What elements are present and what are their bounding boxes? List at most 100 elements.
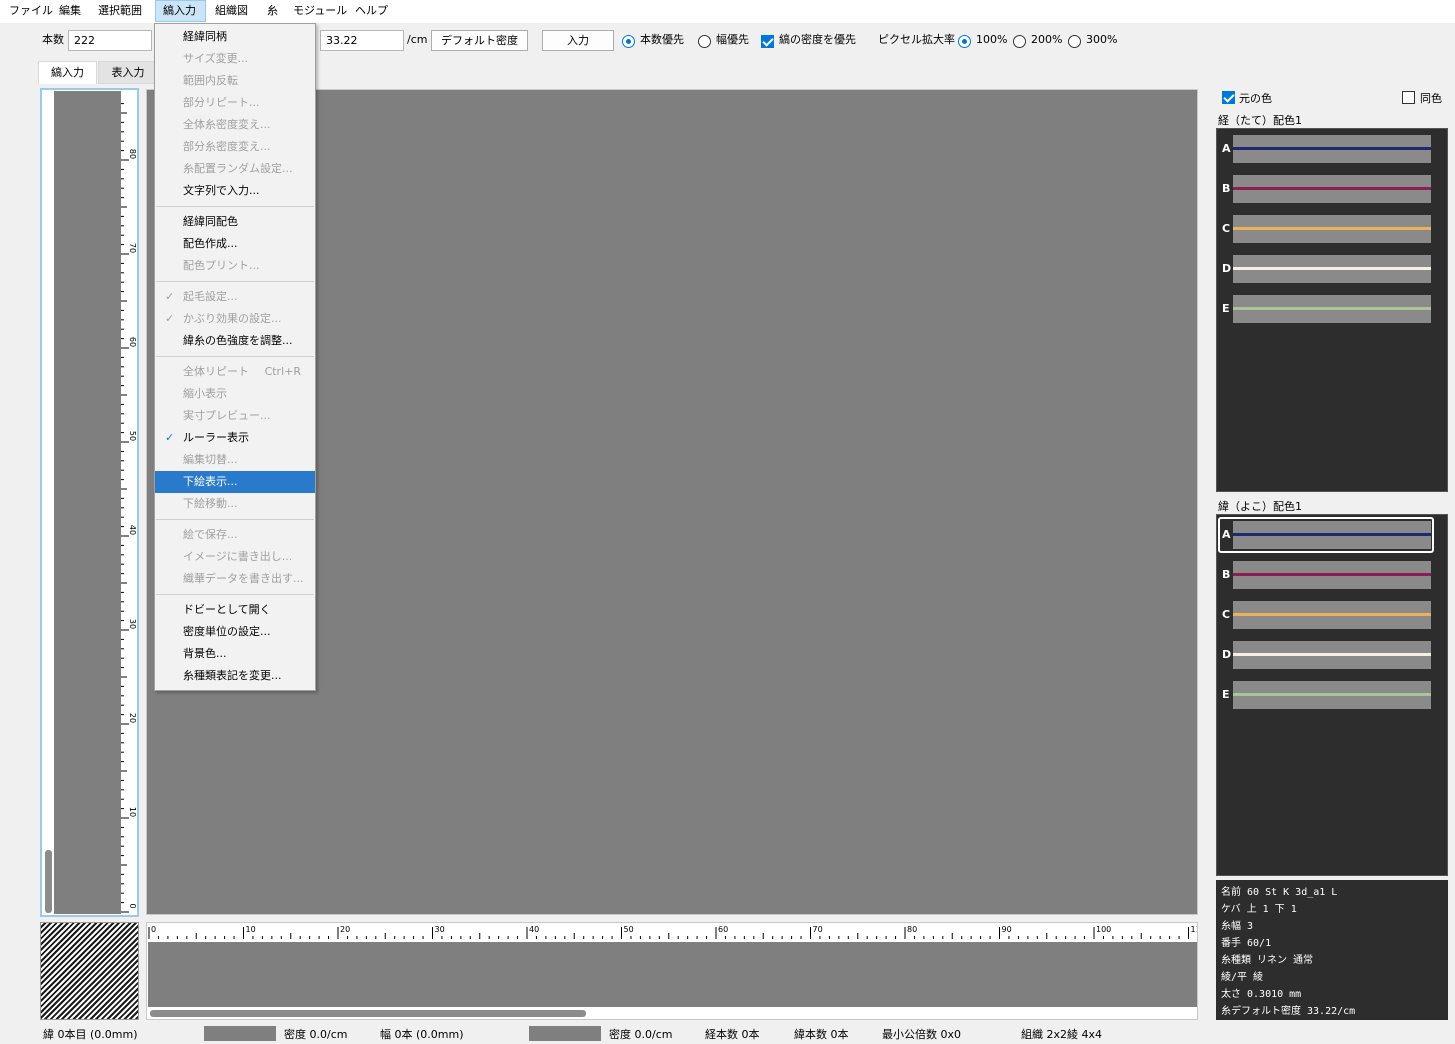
menu-separator bbox=[156, 206, 314, 207]
width-priority-radio[interactable] bbox=[698, 35, 711, 48]
menu-edit[interactable]: 編集 bbox=[52, 0, 88, 22]
status-color-swatch-2 bbox=[529, 1026, 601, 1041]
weft-stripe-area[interactable] bbox=[148, 942, 1197, 1007]
stripe-yarn-line bbox=[1233, 187, 1431, 190]
ruler-label: 11 bbox=[1191, 925, 1198, 934]
info-line: 糸種類 リネン 通常 bbox=[1221, 955, 1314, 966]
ruler-label: 30 bbox=[435, 925, 445, 934]
warp-stripe-area[interactable] bbox=[54, 91, 121, 914]
stripe-label: C bbox=[1222, 608, 1231, 621]
stripe-yarn-line bbox=[1233, 573, 1431, 576]
status-weft-position: 緯 0本目 (0.0mm) bbox=[43, 1028, 138, 1041]
info-line: 糸幅 3 bbox=[1221, 921, 1254, 932]
menu-item-label: 文字列で入力... bbox=[183, 184, 260, 197]
horizontal-scrollbar-thumb[interactable] bbox=[150, 1010, 586, 1017]
stripe-label: E bbox=[1222, 302, 1230, 315]
menu-item-label: 糸配置ランダム設定... bbox=[183, 162, 293, 175]
ruler-label: 30 bbox=[128, 619, 137, 629]
color-stripe[interactable] bbox=[1233, 215, 1431, 243]
ruler-label: 10 bbox=[246, 925, 256, 934]
ruler-label: 70 bbox=[813, 925, 823, 934]
color-stripe[interactable] bbox=[1233, 681, 1431, 709]
ruler-label: 90 bbox=[1002, 925, 1012, 934]
menu-item-label: 緯糸の色強度を調整... bbox=[183, 334, 293, 347]
menu-item[interactable]: ✓ ルーラー表示 bbox=[155, 427, 315, 449]
menu-item[interactable]: 経緯同柄 bbox=[155, 26, 315, 48]
menu-item[interactable]: 文字列で入力... bbox=[155, 180, 315, 202]
stripe-yarn-line bbox=[1233, 693, 1431, 696]
menu-item[interactable]: 配色作成... bbox=[155, 233, 315, 255]
menu-item-label: 起毛設定... bbox=[183, 290, 238, 303]
menu-item[interactable]: 糸種類表記を変更... bbox=[155, 665, 315, 687]
input-button[interactable]: 入力 bbox=[542, 30, 614, 51]
menu-help[interactable]: ヘルプ bbox=[348, 0, 395, 22]
menu-item-label: 絵で保存... bbox=[183, 528, 238, 541]
count-input[interactable]: 222 bbox=[68, 30, 152, 51]
warp-palette[interactable]: A B C D E bbox=[1216, 128, 1448, 492]
density-input[interactable]: 33.22 bbox=[320, 30, 404, 51]
menu-item: 下絵移動... bbox=[155, 493, 315, 515]
tab-stripe-input[interactable]: 縞入力 bbox=[38, 61, 97, 84]
color-stripe[interactable] bbox=[1233, 641, 1431, 669]
menu-separator bbox=[156, 594, 314, 595]
menu-item-label: 実寸プレビュー... bbox=[183, 409, 271, 422]
menu-item-label: 部分糸密度変え... bbox=[183, 140, 271, 153]
original-color-checkbox[interactable] bbox=[1222, 91, 1235, 104]
stripe-label: C bbox=[1222, 222, 1231, 235]
menu-item[interactable]: 背景色... bbox=[155, 643, 315, 665]
menu-item-label: 背景色... bbox=[183, 647, 227, 660]
color-stripe[interactable] bbox=[1233, 561, 1431, 589]
menu-item: サイズ変更... bbox=[155, 48, 315, 70]
ruler-label: 60 bbox=[718, 925, 728, 934]
color-stripe[interactable] bbox=[1233, 295, 1431, 323]
menu-item: 糸配置ランダム設定... bbox=[155, 158, 315, 180]
color-stripe[interactable] bbox=[1233, 175, 1431, 203]
menu-item: 編集切替... bbox=[155, 449, 315, 471]
menu-item[interactable]: ドビーとして開く bbox=[155, 599, 315, 621]
menu-module[interactable]: モジュール bbox=[286, 0, 354, 22]
menu-item: 実寸プレビュー... bbox=[155, 405, 315, 427]
ruler-label: 80 bbox=[128, 149, 137, 159]
menu-item: ✓ 起毛設定... bbox=[155, 286, 315, 308]
vertical-scrollbar-thumb[interactable] bbox=[45, 850, 52, 913]
same-color-checkbox[interactable] bbox=[1402, 91, 1415, 104]
status-lcm: 最小公倍数 0x0 bbox=[882, 1028, 962, 1041]
weft-palette[interactable]: ABCDE bbox=[1216, 514, 1448, 876]
color-stripe[interactable] bbox=[1233, 135, 1431, 163]
menu-item[interactable]: 密度単位の設定... bbox=[155, 621, 315, 643]
ruler-label: 10 bbox=[128, 807, 137, 817]
menu-item-label: 編集切替... bbox=[183, 453, 238, 466]
weave-pattern-preview[interactable] bbox=[40, 922, 139, 1020]
count-priority-radio[interactable] bbox=[622, 35, 635, 48]
status-width: 幅 0本 (0.0mm) bbox=[380, 1028, 464, 1041]
color-stripe[interactable] bbox=[1233, 601, 1431, 629]
ruler-label: 50 bbox=[624, 925, 634, 934]
menu-yarn[interactable]: 糸 bbox=[260, 0, 285, 22]
zoom-100-radio[interactable] bbox=[958, 35, 971, 48]
zoom-200-radio[interactable] bbox=[1013, 35, 1026, 48]
original-color-label: 元の色 bbox=[1239, 92, 1272, 105]
weft-stripe-panel[interactable]: 0 10 20 30 40 50 60 70 80 90 100 11 bbox=[146, 922, 1198, 1020]
menu-item: 絵で保存... bbox=[155, 524, 315, 546]
menu-item-label: 下絵表示... bbox=[183, 475, 238, 488]
color-stripe[interactable] bbox=[1233, 255, 1431, 283]
menu-item: 配色プリント... bbox=[155, 255, 315, 277]
tab-table-input[interactable]: 表入力 bbox=[98, 61, 158, 84]
vertical-ruler: 80 70 60 50 40 30 20 10 0 bbox=[121, 103, 137, 913]
menu-separator bbox=[156, 281, 314, 282]
warp-palette-title: 経（たて）配色1 bbox=[1218, 114, 1302, 127]
menu-selection[interactable]: 選択範囲 bbox=[91, 0, 149, 22]
warp-stripe-panel[interactable]: 80 70 60 50 40 30 20 10 0 bbox=[40, 88, 139, 917]
menu-item-label: 経緯同柄 bbox=[183, 30, 227, 43]
zoom-300-radio[interactable] bbox=[1068, 35, 1081, 48]
stripe-density-checkbox[interactable] bbox=[761, 35, 774, 48]
status-density-1: 密度 0.0/cm bbox=[284, 1028, 348, 1041]
menu-item[interactable]: 緯糸の色強度を調整... bbox=[155, 330, 315, 352]
menu-stripe-input[interactable]: 縞入力 bbox=[155, 0, 206, 22]
menu-item-label: 経緯同配色 bbox=[183, 215, 238, 228]
default-density-button[interactable]: デフォルト密度 bbox=[431, 30, 528, 51]
menu-item[interactable]: 下絵表示... bbox=[155, 471, 315, 493]
menu-item[interactable]: 経緯同配色 bbox=[155, 211, 315, 233]
menu-weave-diagram[interactable]: 組織図 bbox=[208, 0, 255, 22]
yarn-info-panel: 名前 60 St K 3d_a1 L ケバ 上 1 下 1 糸幅 3 番手 60… bbox=[1216, 880, 1448, 1020]
